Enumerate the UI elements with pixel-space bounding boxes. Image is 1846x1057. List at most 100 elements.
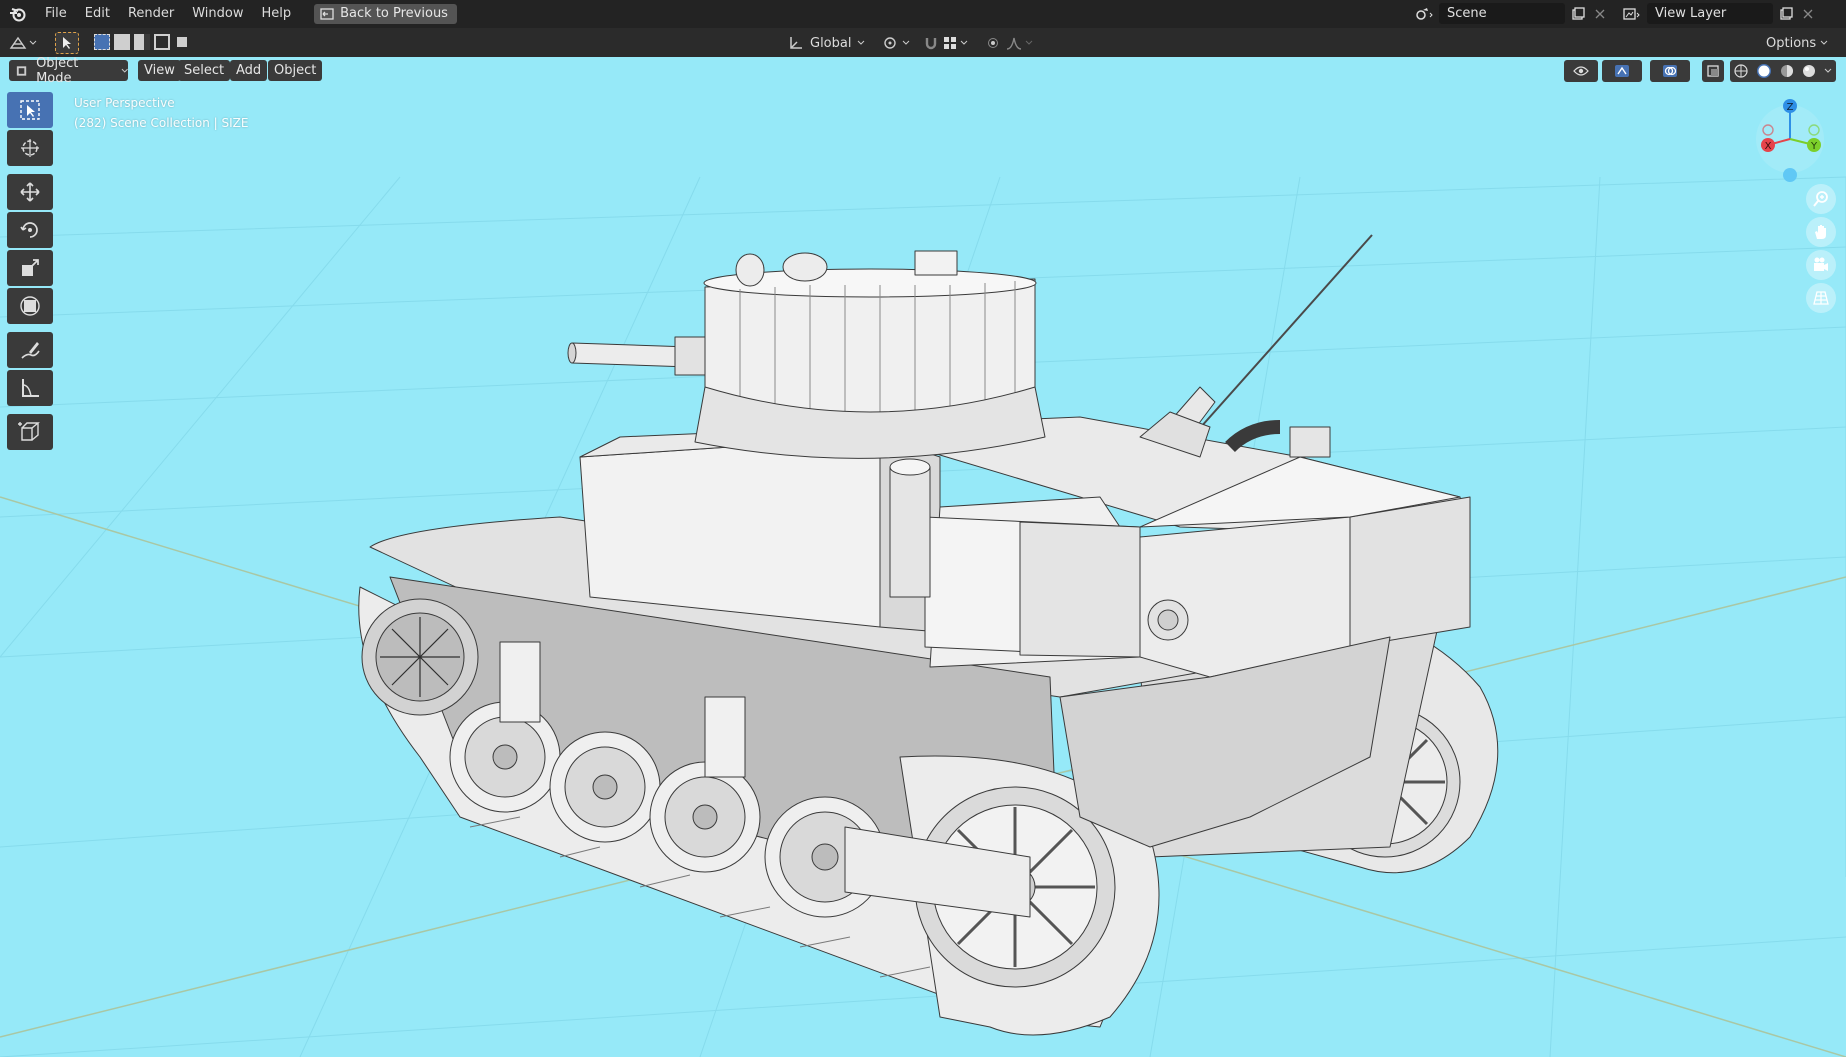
measure-tool[interactable] — [7, 370, 53, 406]
menu-window[interactable]: Window — [183, 0, 252, 28]
options-label: Options — [1766, 35, 1817, 51]
select-intersect-icon[interactable] — [174, 34, 190, 50]
xray-toggle-icon[interactable] — [1702, 60, 1724, 82]
options-dropdown[interactable]: Options — [1766, 32, 1828, 54]
blender-logo-icon[interactable] — [0, 0, 36, 28]
collection-label: (282) Scene Collection | SIZE — [74, 116, 249, 130]
navigation-gizmo[interactable]: Z Y X — [1750, 94, 1830, 184]
gizmo-y-label: Y — [1810, 141, 1818, 152]
camera-view-button[interactable] — [1806, 250, 1836, 280]
orientation-label: Global — [810, 35, 852, 51]
pivot-icon — [884, 37, 896, 49]
chevron-down-icon — [29, 40, 37, 45]
camera-icon — [1814, 257, 1828, 271]
select-extend-icon[interactable] — [114, 34, 130, 50]
object-mode-dropdown[interactable]: Object Mode — [9, 56, 128, 86]
rotate-tool[interactable] — [7, 212, 53, 248]
proportional-falloff-dropdown[interactable] — [1006, 32, 1033, 54]
select-new-icon[interactable] — [94, 34, 110, 50]
pan-view-button[interactable] — [1806, 217, 1836, 247]
annotate-tool[interactable] — [7, 332, 53, 368]
scene-name-field[interactable]: Scene — [1439, 3, 1565, 24]
back-icon — [320, 8, 334, 20]
tool-header: Global Options — [0, 28, 1846, 58]
rotate-icon — [20, 222, 38, 238]
orientation-axis-icon — [790, 37, 802, 49]
remove-view-layer-icon[interactable] — [1797, 3, 1819, 24]
snap-grid-icon — [944, 37, 956, 49]
remove-scene-icon[interactable] — [1589, 3, 1611, 24]
transform-tool[interactable] — [7, 288, 53, 324]
left-toolbar — [7, 92, 55, 452]
perspective-toggle-button[interactable] — [1806, 283, 1836, 313]
active-tool-button[interactable] — [55, 32, 79, 54]
viewport-scene — [0, 176, 1846, 1057]
pivot-point-dropdown[interactable] — [882, 32, 910, 54]
select-invert-icon[interactable] — [154, 34, 170, 50]
back-to-previous-button[interactable]: Back to Previous — [314, 4, 457, 24]
view-layer-name-field[interactable]: View Layer — [1647, 3, 1773, 24]
chevron-down-icon — [1025, 40, 1033, 45]
overlay-icon — [1663, 65, 1677, 77]
new-scene-icon[interactable] — [1567, 3, 1589, 24]
scale-tool[interactable] — [7, 250, 53, 286]
chevron-down-icon — [960, 40, 968, 45]
scene-type-icon[interactable] — [1413, 3, 1435, 24]
measure-icon — [22, 379, 39, 397]
add-cube-icon — [18, 422, 40, 441]
move-icon — [20, 182, 40, 202]
3d-viewport[interactable] — [0, 57, 1846, 1057]
cursor-arrow-icon — [63, 37, 71, 49]
tank-model — [358, 234, 1499, 1036]
gizmo-z-label: Z — [1787, 102, 1794, 113]
header-menu-object[interactable]: Object — [268, 60, 323, 81]
neg-z-axis-handle — [1783, 168, 1797, 182]
chevron-down-icon — [121, 68, 128, 73]
snap-toggle-magnet-icon[interactable] — [920, 32, 942, 54]
annotate-icon — [21, 342, 40, 359]
view-layer-type-icon[interactable] — [1621, 3, 1643, 24]
chevron-down-icon[interactable] — [1824, 68, 1832, 74]
snap-target-dropdown[interactable] — [943, 32, 968, 54]
cursor-icon — [21, 139, 39, 157]
selection-mode-group — [94, 34, 190, 50]
select-box-tool[interactable] — [7, 92, 53, 128]
editor-type-icon — [9, 36, 27, 49]
back-label: Back to Previous — [340, 6, 448, 21]
wireframe-shading-icon[interactable] — [1734, 64, 1748, 78]
zoom-view-button[interactable] — [1806, 184, 1836, 214]
new-view-layer-icon[interactable] — [1775, 3, 1797, 24]
menu-help[interactable]: Help — [253, 0, 301, 28]
menu-file[interactable]: File — [36, 0, 76, 28]
menu-render[interactable]: Render — [119, 0, 183, 28]
select-subtract-icon[interactable] — [134, 34, 150, 50]
chevron-down-icon — [902, 40, 910, 45]
hand-icon — [1815, 225, 1826, 239]
add-cube-tool[interactable] — [7, 414, 53, 450]
overlays-dropdown[interactable] — [1650, 60, 1690, 82]
move-tool[interactable] — [7, 174, 53, 210]
header-menu-add[interactable]: Add — [230, 60, 268, 81]
cursor-tool[interactable] — [7, 130, 53, 166]
object-mode-label: Object Mode — [36, 55, 79, 86]
scale-icon — [22, 259, 39, 276]
falloff-curve-icon — [1006, 37, 1022, 50]
perspective-label: User Perspective — [74, 96, 175, 110]
menu-edit[interactable]: Edit — [76, 0, 119, 28]
solid-shading-icon[interactable] — [1756, 63, 1772, 79]
material-shading-icon[interactable] — [1780, 64, 1794, 78]
chevron-down-icon — [1820, 40, 1828, 45]
rendered-shading-icon[interactable] — [1802, 64, 1816, 78]
transform-orientation-dropdown[interactable]: Global — [788, 32, 865, 54]
visibility-dropdown[interactable] — [1564, 60, 1598, 82]
shading-mode-group — [1730, 60, 1836, 82]
top-menu-bar: File Edit Render Window Help Back to Pre… — [0, 0, 1846, 28]
proportional-editing-icon[interactable] — [982, 32, 1004, 54]
object-mode-icon — [16, 65, 27, 76]
scene-selector: Scene View Layer — [1413, 3, 1819, 24]
header-menu-select[interactable]: Select — [178, 60, 231, 81]
gizmo-dropdown[interactable] — [1602, 60, 1642, 82]
zoom-magnifier-icon — [1813, 191, 1828, 207]
editor-type-dropdown[interactable] — [9, 32, 41, 54]
header-menu-view[interactable]: View — [138, 60, 181, 81]
